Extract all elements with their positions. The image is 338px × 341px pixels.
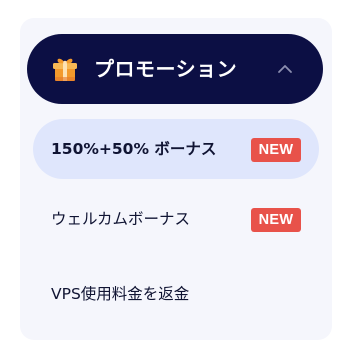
menu-item-welcome-bonus[interactable]: ウェルカムボーナス NEW (33, 189, 319, 249)
promotion-menu-header[interactable]: プロモーション (27, 34, 323, 104)
menu-item-vps-refund[interactable]: VPS使用料金を返金 (33, 264, 319, 324)
gift-icon (50, 54, 80, 84)
new-badge: NEW (251, 138, 301, 162)
menu-item-150-50-bonus[interactable]: 150%+50% ボーナス NEW (33, 119, 319, 179)
chevron-up-icon[interactable] (276, 61, 294, 77)
menu-item-label: 150%+50% ボーナス (51, 140, 217, 158)
menu-item-label: VPS使用料金を返金 (51, 285, 190, 303)
promotion-menu-title: プロモーション (94, 57, 238, 81)
new-badge: NEW (251, 208, 301, 232)
menu-item-label: ウェルカムボーナス (51, 210, 191, 228)
